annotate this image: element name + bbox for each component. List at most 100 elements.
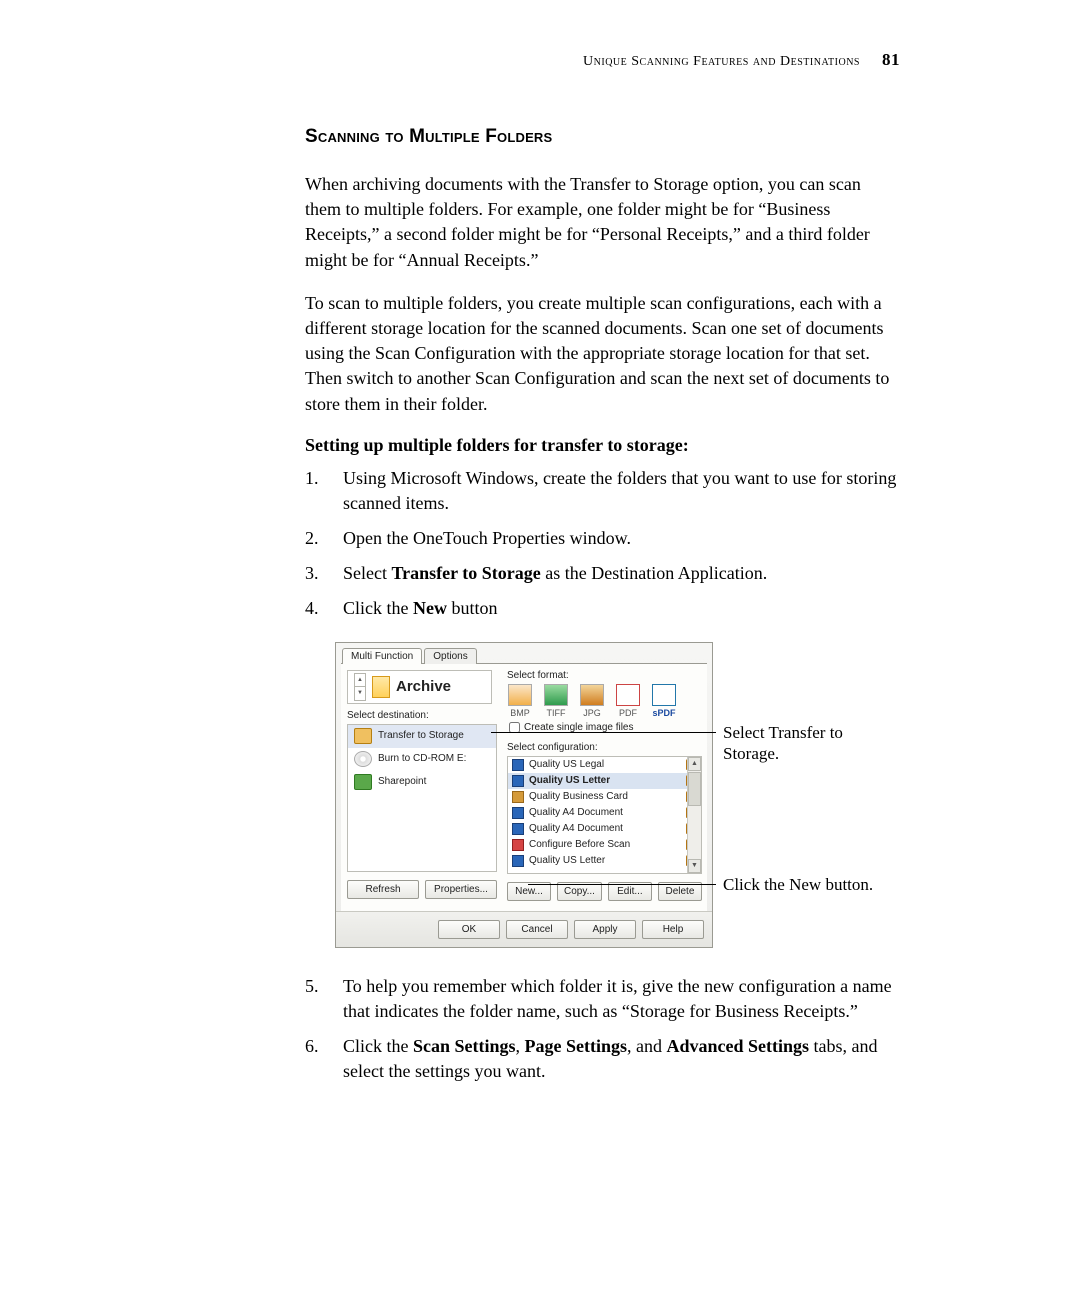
format-tiff[interactable]: TIFF — [543, 684, 569, 718]
step-item: Click the New button — [305, 596, 900, 621]
callout-transfer: Select Transfer to Storage. — [723, 722, 883, 765]
tab-panel: ▲▼ Archive Select destination: Transfer … — [341, 663, 707, 911]
destination-item[interactable]: Transfer to Storage — [348, 725, 496, 748]
format-bmp[interactable]: BMP — [507, 684, 533, 718]
chevron-up-icon[interactable]: ▲ — [355, 674, 365, 688]
archive-label: Archive — [396, 678, 451, 695]
config-icon — [512, 823, 524, 835]
jpg-icon — [580, 684, 604, 706]
step-text: , and — [627, 1036, 667, 1056]
running-header: Unique Scanning Features and Destination… — [305, 50, 900, 70]
step-text: , — [516, 1036, 525, 1056]
pdf-icon — [616, 684, 640, 706]
config-icon — [512, 855, 524, 867]
format-label: PDF — [615, 708, 641, 718]
spinner[interactable]: ▲▼ — [354, 673, 366, 701]
destination-item[interactable]: Sharepoint — [348, 771, 496, 794]
tab-options[interactable]: Options — [424, 648, 476, 664]
step-text: Select — [343, 563, 391, 583]
step-bold: Page Settings — [525, 1036, 628, 1056]
config-label: Quality A4 Document — [529, 807, 623, 818]
chevron-down-icon[interactable]: ▼ — [355, 687, 365, 700]
sharepoint-icon — [354, 774, 372, 790]
properties-button[interactable]: Properties... — [425, 880, 497, 899]
onetouch-dialog: Multi Function Options ▲▼ Archive Select… — [335, 642, 713, 948]
select-configuration-label: Select configuration: — [507, 742, 702, 753]
section-title: Scanning to Multiple Folders — [305, 126, 900, 148]
format-label: sPDF — [651, 708, 677, 718]
config-item[interactable]: Quality Business Card — [508, 789, 701, 805]
tiff-icon — [544, 684, 568, 706]
scroll-down-button[interactable]: ▼ — [688, 859, 701, 873]
config-item[interactable]: Quality US Legal — [508, 757, 701, 773]
scroll-thumb[interactable] — [688, 772, 701, 806]
steps-list-b: To help you remember which folder it is,… — [305, 974, 900, 1085]
step-bold: New — [413, 598, 447, 618]
bmp-icon — [508, 684, 532, 706]
config-label: Configure Before Scan — [529, 839, 630, 850]
step-item: Using Microsoft Windows, create the fold… — [305, 466, 900, 516]
callout-new: Click the New button. — [723, 874, 923, 895]
format-row: BMP TIFF JPG PDF sPDF — [507, 684, 702, 718]
refresh-button[interactable]: Refresh — [347, 880, 419, 899]
config-item[interactable]: Quality A4 Document — [508, 821, 701, 837]
running-header-text: Unique Scanning Features and Destination… — [583, 54, 860, 69]
callout-text: Select Transfer to Storage. — [723, 723, 843, 763]
subheading: Setting up multiple folders for transfer… — [305, 435, 900, 456]
step-bold: Advanced Settings — [667, 1036, 810, 1056]
config-label: Quality Business Card — [529, 791, 628, 802]
destination-label: Burn to CD-ROM E: — [378, 753, 466, 764]
format-spdf[interactable]: sPDF — [651, 684, 677, 718]
format-jpg[interactable]: JPG — [579, 684, 605, 718]
step-item: Select Transfer to Storage as the Destin… — [305, 561, 900, 586]
folder-icon — [354, 728, 372, 744]
scroll-up-button[interactable]: ▲ — [688, 757, 701, 771]
config-item[interactable]: Quality A4 Document — [508, 805, 701, 821]
config-item[interactable]: Quality US Letter — [508, 773, 701, 789]
page-number: 81 — [882, 50, 900, 69]
format-pdf[interactable]: PDF — [615, 684, 641, 718]
config-label: Quality A4 Document — [529, 823, 623, 834]
destination-list[interactable]: Transfer to Storage Burn to CD-ROM E: Sh… — [347, 724, 497, 872]
config-icon — [512, 775, 524, 787]
format-label: TIFF — [543, 708, 569, 718]
callout-text: Click the New button. — [723, 875, 873, 894]
config-label: Quality US Letter — [529, 775, 610, 786]
scrollbar[interactable]: ▲ ▼ — [687, 757, 701, 873]
step-text: as the Destination Application. — [541, 563, 767, 583]
configuration-list[interactable]: Quality US Legal Quality US Letter Quali… — [507, 756, 702, 874]
archive-selector[interactable]: ▲▼ Archive — [347, 670, 492, 704]
spdf-icon — [652, 684, 676, 706]
dialog-bottom-bar: OK Cancel Apply Help — [336, 911, 712, 947]
step-bold: Scan Settings — [413, 1036, 516, 1056]
cancel-button[interactable]: Cancel — [506, 920, 568, 939]
select-destination-label: Select destination: — [347, 710, 497, 721]
apply-button[interactable]: Apply — [574, 920, 636, 939]
config-item[interactable]: Configure Before Scan — [508, 837, 701, 853]
help-button[interactable]: Help — [642, 920, 704, 939]
format-label: JPG — [579, 708, 605, 718]
config-icon — [512, 839, 524, 851]
create-single-row[interactable]: Create single image files — [507, 719, 702, 736]
tab-multi-function[interactable]: Multi Function — [342, 648, 422, 664]
config-icon — [512, 807, 524, 819]
cd-icon — [354, 751, 372, 767]
ok-button[interactable]: OK — [438, 920, 500, 939]
destination-label: Transfer to Storage — [378, 730, 464, 741]
step-text: Click the — [343, 1036, 413, 1056]
step-text: button — [447, 598, 498, 618]
step-bold: Transfer to Storage — [391, 563, 540, 583]
dialog-tabs: Multi Function Options — [336, 643, 712, 663]
select-format-label: Select format: — [507, 670, 702, 681]
step-item: Click the Scan Settings, Page Settings, … — [305, 1034, 900, 1084]
config-item[interactable]: Quality US Letter — [508, 853, 701, 869]
archive-icon — [372, 676, 390, 698]
step-item: Open the OneTouch Properties window. — [305, 526, 900, 551]
step-item: To help you remember which folder it is,… — [305, 974, 900, 1024]
destination-label: Sharepoint — [378, 776, 426, 787]
body-paragraph: When archiving documents with the Transf… — [305, 172, 900, 273]
step-text: Click the — [343, 598, 413, 618]
config-icon — [512, 791, 524, 803]
destination-item[interactable]: Burn to CD-ROM E: — [348, 748, 496, 771]
config-icon — [512, 759, 524, 771]
